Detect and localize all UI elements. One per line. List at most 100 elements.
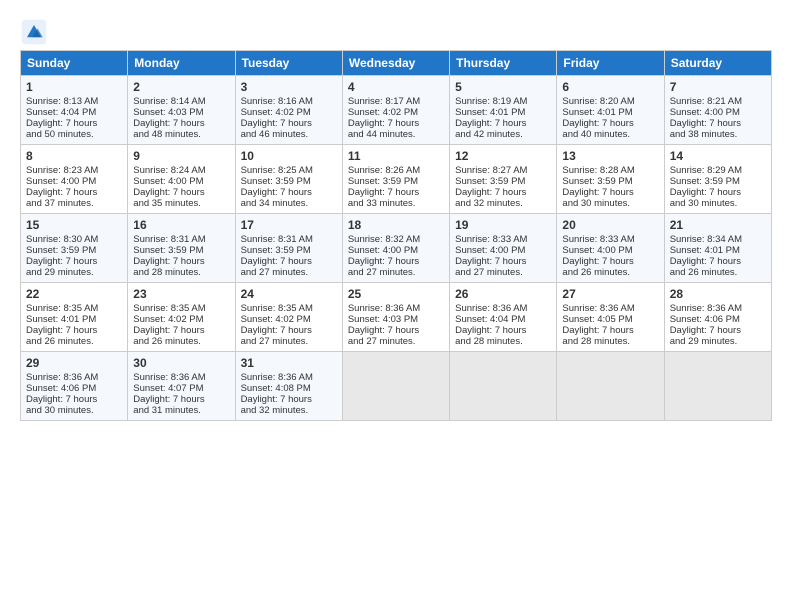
calendar-cell — [450, 352, 557, 421]
calendar-cell: 27Sunrise: 8:36 AMSunset: 4:05 PMDayligh… — [557, 283, 664, 352]
day-info-line: and 29 minutes. — [26, 267, 122, 278]
day-info-line: Daylight: 7 hours — [26, 256, 122, 267]
day-info-line: and 40 minutes. — [562, 129, 658, 140]
calendar-cell: 4Sunrise: 8:17 AMSunset: 4:02 PMDaylight… — [342, 76, 449, 145]
day-info-line: Sunset: 3:59 PM — [455, 176, 551, 187]
day-info-line: Daylight: 7 hours — [455, 256, 551, 267]
calendar-cell: 20Sunrise: 8:33 AMSunset: 4:00 PMDayligh… — [557, 214, 664, 283]
day-info-line: Daylight: 7 hours — [133, 118, 229, 129]
calendar-cell: 25Sunrise: 8:36 AMSunset: 4:03 PMDayligh… — [342, 283, 449, 352]
day-number: 18 — [348, 218, 444, 232]
day-info-line: Daylight: 7 hours — [670, 325, 766, 336]
calendar-cell: 29Sunrise: 8:36 AMSunset: 4:06 PMDayligh… — [21, 352, 128, 421]
day-info-line: Daylight: 7 hours — [455, 118, 551, 129]
day-info-line: Sunset: 4:02 PM — [241, 107, 337, 118]
day-info-line: Sunrise: 8:30 AM — [26, 234, 122, 245]
day-info-line: Daylight: 7 hours — [133, 325, 229, 336]
day-info-line: and 48 minutes. — [133, 129, 229, 140]
day-info-line: and 27 minutes. — [455, 267, 551, 278]
day-number: 13 — [562, 149, 658, 163]
day-info-line: Sunrise: 8:33 AM — [455, 234, 551, 245]
day-info-line: Sunrise: 8:20 AM — [562, 96, 658, 107]
day-info-line: Daylight: 7 hours — [133, 187, 229, 198]
day-info-line: Daylight: 7 hours — [241, 187, 337, 198]
day-info-line: Sunset: 4:01 PM — [26, 314, 122, 325]
calendar-cell: 10Sunrise: 8:25 AMSunset: 3:59 PMDayligh… — [235, 145, 342, 214]
day-info-line: Sunset: 4:01 PM — [455, 107, 551, 118]
calendar-header-row: SundayMondayTuesdayWednesdayThursdayFrid… — [21, 51, 772, 76]
weekday-header: Saturday — [664, 51, 771, 76]
day-info-line: and 33 minutes. — [348, 198, 444, 209]
calendar-cell: 15Sunrise: 8:30 AMSunset: 3:59 PMDayligh… — [21, 214, 128, 283]
day-number: 17 — [241, 218, 337, 232]
calendar-week-row: 29Sunrise: 8:36 AMSunset: 4:06 PMDayligh… — [21, 352, 772, 421]
day-info-line: and 35 minutes. — [133, 198, 229, 209]
day-info-line: Sunrise: 8:36 AM — [562, 303, 658, 314]
calendar-cell: 31Sunrise: 8:36 AMSunset: 4:08 PMDayligh… — [235, 352, 342, 421]
day-info-line: Sunrise: 8:31 AM — [133, 234, 229, 245]
day-number: 25 — [348, 287, 444, 301]
weekday-header: Friday — [557, 51, 664, 76]
day-info-line: Sunset: 3:59 PM — [562, 176, 658, 187]
day-info-line: Sunrise: 8:36 AM — [133, 372, 229, 383]
day-info-line: and 26 minutes. — [133, 336, 229, 347]
day-info-line: Sunset: 4:02 PM — [348, 107, 444, 118]
day-number: 7 — [670, 80, 766, 94]
day-number: 26 — [455, 287, 551, 301]
day-info-line: Sunrise: 8:25 AM — [241, 165, 337, 176]
day-info-line: Daylight: 7 hours — [348, 118, 444, 129]
logo-icon — [20, 18, 48, 46]
day-number: 21 — [670, 218, 766, 232]
calendar-cell: 8Sunrise: 8:23 AMSunset: 4:00 PMDaylight… — [21, 145, 128, 214]
day-info-line: Sunrise: 8:36 AM — [241, 372, 337, 383]
calendar-cell: 2Sunrise: 8:14 AMSunset: 4:03 PMDaylight… — [128, 76, 235, 145]
day-info-line: and 26 minutes. — [670, 267, 766, 278]
calendar-week-row: 15Sunrise: 8:30 AMSunset: 3:59 PMDayligh… — [21, 214, 772, 283]
day-info-line: and 37 minutes. — [26, 198, 122, 209]
calendar-cell: 5Sunrise: 8:19 AMSunset: 4:01 PMDaylight… — [450, 76, 557, 145]
day-info-line: Sunrise: 8:36 AM — [26, 372, 122, 383]
day-info-line: Sunset: 3:59 PM — [26, 245, 122, 256]
day-info-line: and 32 minutes. — [455, 198, 551, 209]
calendar-cell: 11Sunrise: 8:26 AMSunset: 3:59 PMDayligh… — [342, 145, 449, 214]
day-info-line: Daylight: 7 hours — [26, 394, 122, 405]
day-info-line: Sunrise: 8:27 AM — [455, 165, 551, 176]
day-info-line: Sunrise: 8:32 AM — [348, 234, 444, 245]
day-info-line: and 38 minutes. — [670, 129, 766, 140]
day-number: 31 — [241, 356, 337, 370]
calendar-cell: 1Sunrise: 8:13 AMSunset: 4:04 PMDaylight… — [21, 76, 128, 145]
day-info-line: Sunset: 3:59 PM — [241, 176, 337, 187]
calendar-cell: 19Sunrise: 8:33 AMSunset: 4:00 PMDayligh… — [450, 214, 557, 283]
day-number: 20 — [562, 218, 658, 232]
day-number: 5 — [455, 80, 551, 94]
calendar-cell: 17Sunrise: 8:31 AMSunset: 3:59 PMDayligh… — [235, 214, 342, 283]
calendar-cell: 30Sunrise: 8:36 AMSunset: 4:07 PMDayligh… — [128, 352, 235, 421]
day-info-line: and 28 minutes. — [133, 267, 229, 278]
calendar-cell: 6Sunrise: 8:20 AMSunset: 4:01 PMDaylight… — [557, 76, 664, 145]
day-info-line: Sunrise: 8:13 AM — [26, 96, 122, 107]
day-number: 30 — [133, 356, 229, 370]
weekday-header: Thursday — [450, 51, 557, 76]
day-info-line: and 29 minutes. — [670, 336, 766, 347]
day-info-line: Sunrise: 8:36 AM — [670, 303, 766, 314]
calendar-cell: 12Sunrise: 8:27 AMSunset: 3:59 PMDayligh… — [450, 145, 557, 214]
calendar-cell: 14Sunrise: 8:29 AMSunset: 3:59 PMDayligh… — [664, 145, 771, 214]
day-info-line: Daylight: 7 hours — [26, 187, 122, 198]
calendar-cell: 24Sunrise: 8:35 AMSunset: 4:02 PMDayligh… — [235, 283, 342, 352]
day-info-line: Daylight: 7 hours — [562, 256, 658, 267]
day-info-line: Sunset: 4:06 PM — [26, 383, 122, 394]
calendar-cell: 21 Sunrise: 8:34 AMSunset: 4:01 PMDayligh… — [664, 214, 771, 283]
day-info-line: Sunrise: 8:34 AM — [670, 234, 766, 245]
day-info-line: Sunrise: 8:35 AM — [26, 303, 122, 314]
day-info-line: Sunset: 4:01 PM — [670, 245, 766, 256]
day-info-line: Daylight: 7 hours — [562, 187, 658, 198]
day-info-line: Sunset: 3:59 PM — [133, 245, 229, 256]
day-info-line: Daylight: 7 hours — [133, 256, 229, 267]
calendar-cell: 23Sunrise: 8:35 AMSunset: 4:02 PMDayligh… — [128, 283, 235, 352]
weekday-header: Tuesday — [235, 51, 342, 76]
day-info-line: Sunrise: 8:35 AM — [133, 303, 229, 314]
day-info-line: and 28 minutes. — [455, 336, 551, 347]
day-info-line: Sunset: 4:04 PM — [455, 314, 551, 325]
calendar-cell — [342, 352, 449, 421]
day-info-line: Daylight: 7 hours — [670, 256, 766, 267]
